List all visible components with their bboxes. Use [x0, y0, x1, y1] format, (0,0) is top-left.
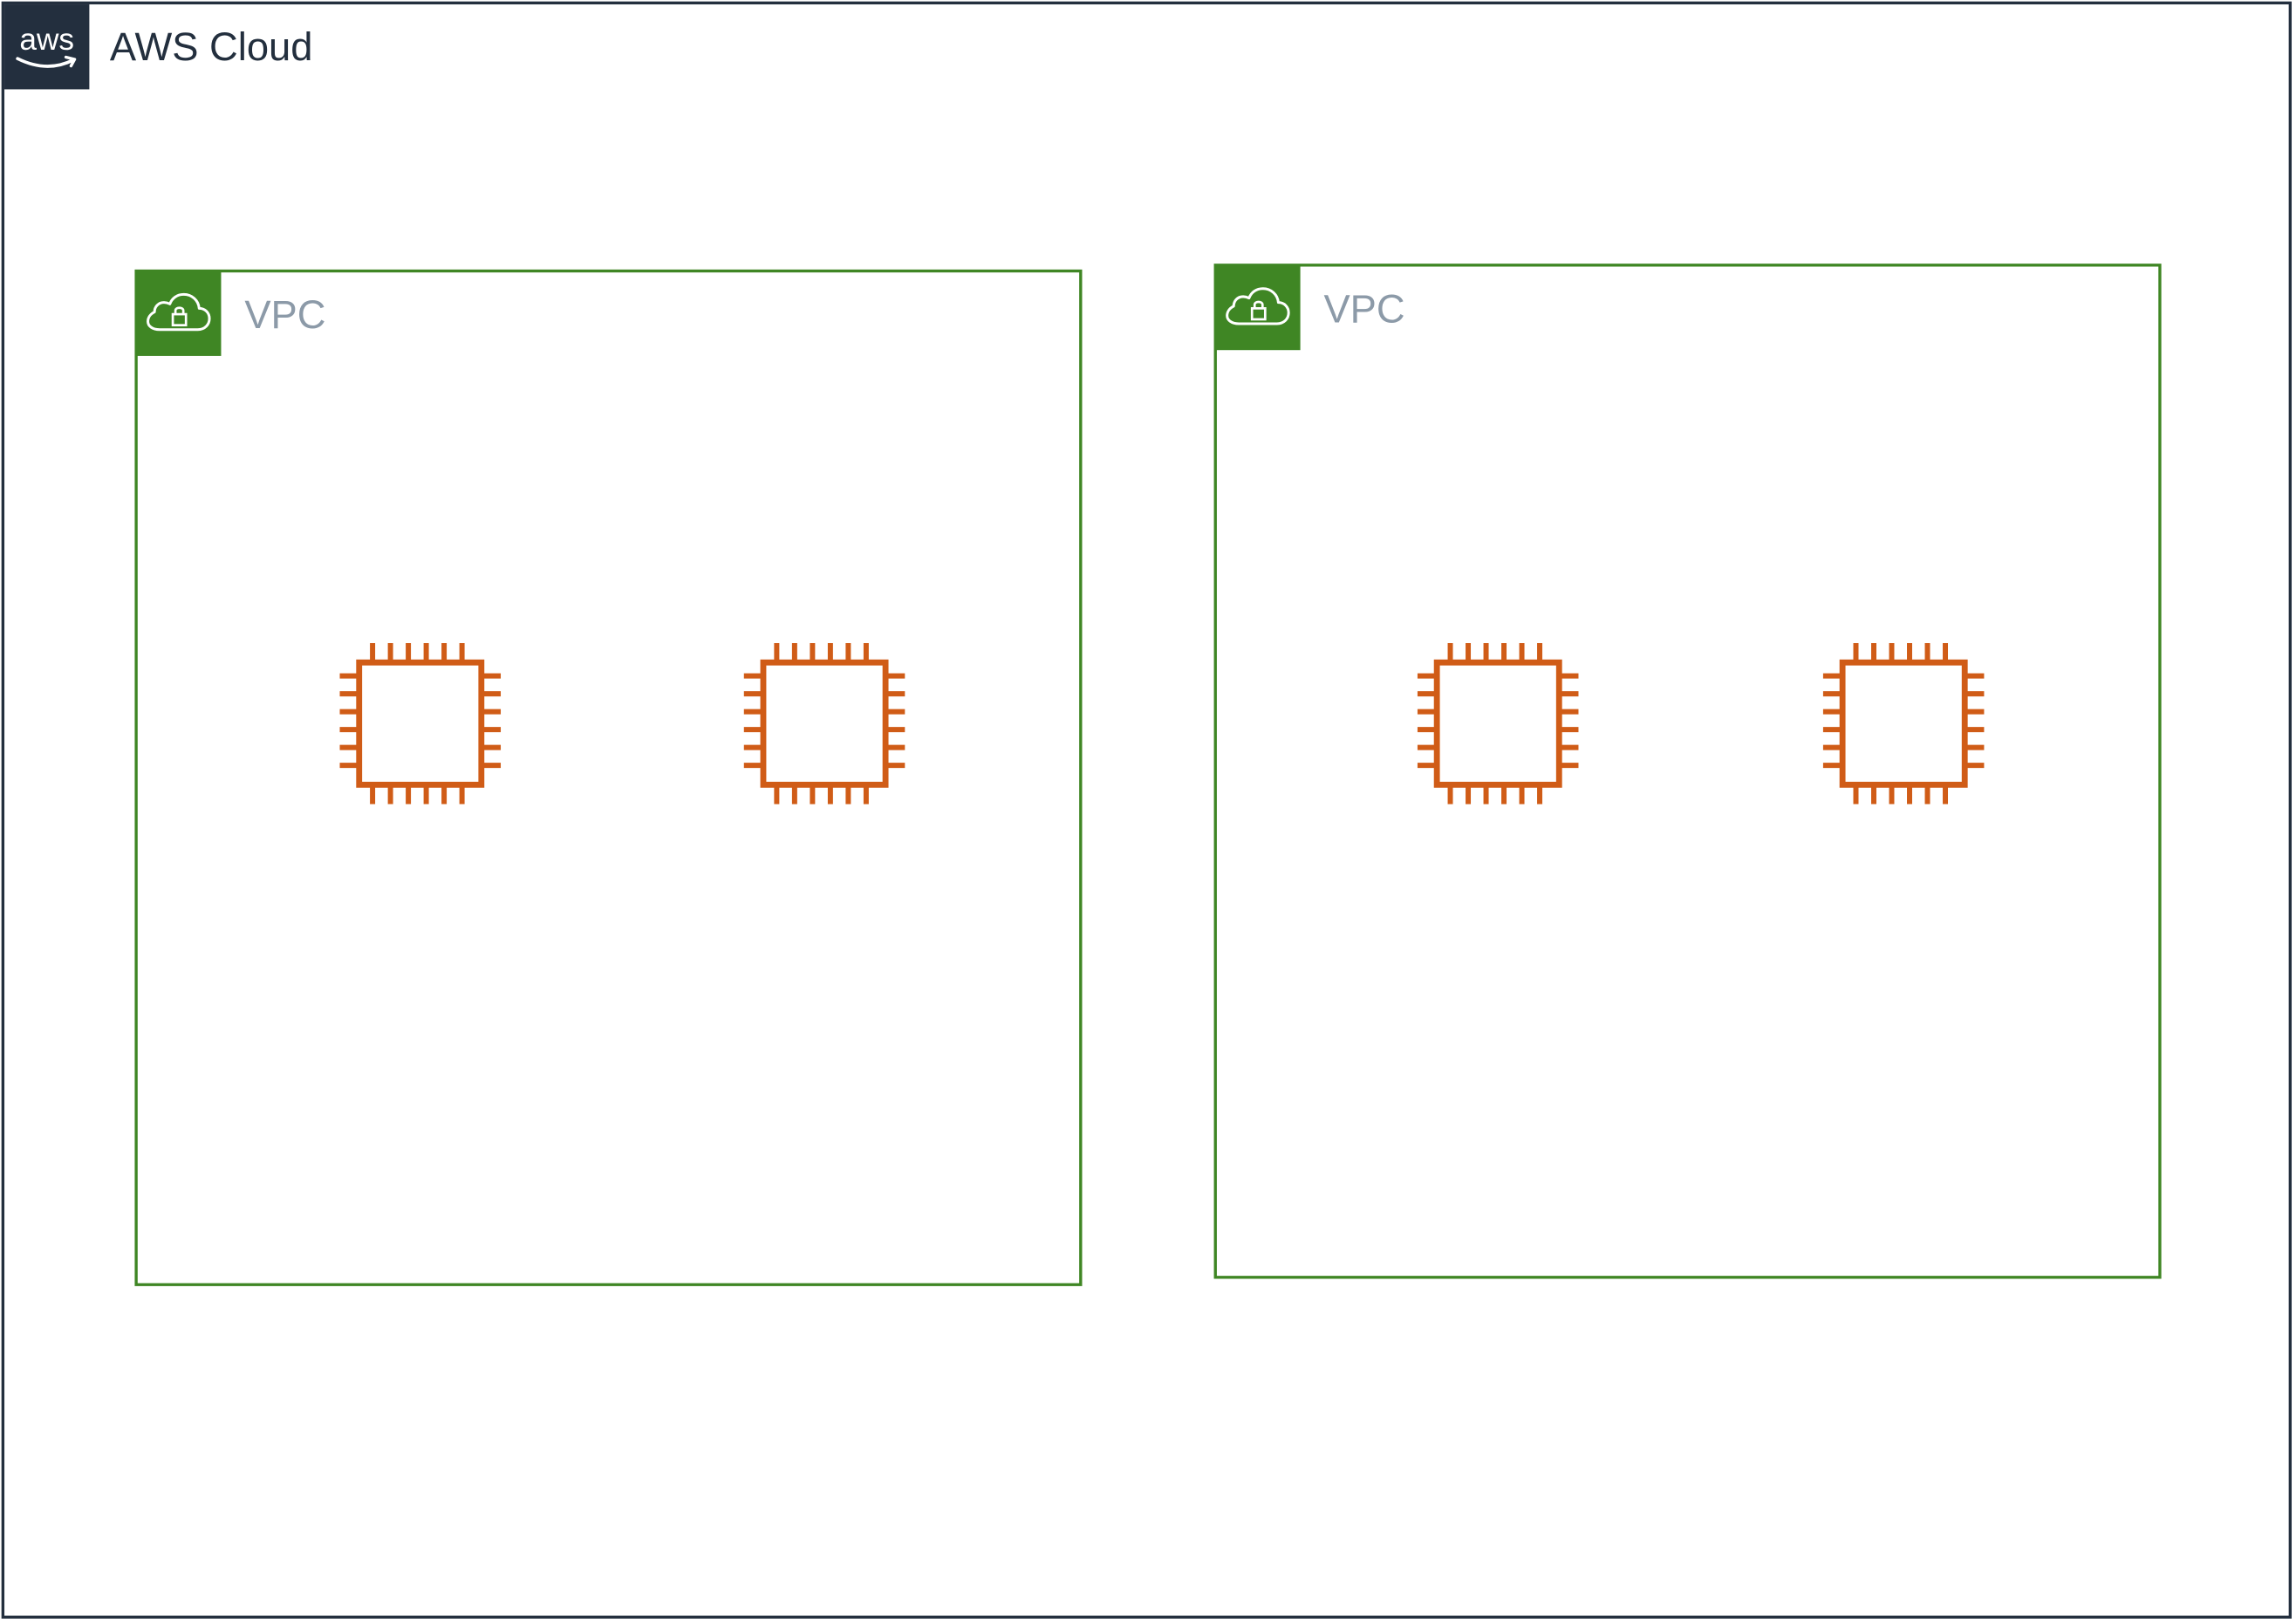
vpc-group-2[interactable]: VPC [1213, 264, 2162, 1279]
aws-cloud-title: AWS Cloud [109, 24, 313, 69]
ec2-instance-icon[interactable] [1820, 640, 1986, 807]
aws-logo-icon: aws [4, 4, 90, 90]
vpc-group-1[interactable]: VPC [134, 269, 1083, 1286]
vpc-cloud-lock-icon [136, 270, 222, 356]
aws-logo-text: aws [19, 23, 74, 57]
ec2-instance-icon[interactable] [337, 640, 503, 807]
vpc-label: VPC [244, 292, 326, 338]
ec2-instance-icon[interactable] [741, 640, 907, 807]
vpc-cloud-lock-icon [1215, 264, 1301, 351]
ec2-instance-icon[interactable] [1415, 640, 1582, 807]
vpc-label: VPC [1323, 287, 1405, 332]
diagram-canvas: aws AWS Cloud VPC VPC [0, 0, 2296, 1623]
